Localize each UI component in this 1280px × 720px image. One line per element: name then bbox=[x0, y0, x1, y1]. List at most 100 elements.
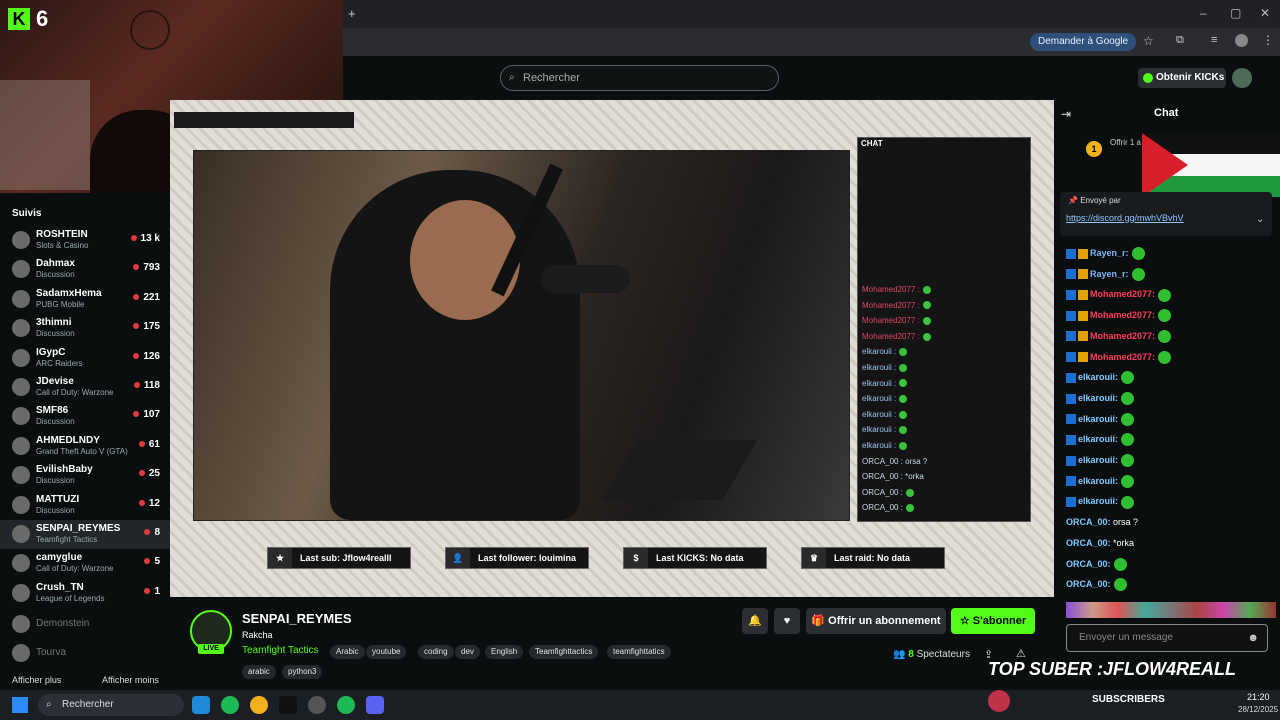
stream-chat-text: orsa ? bbox=[902, 456, 928, 466]
chat-username[interactable]: elkarouii: bbox=[1078, 455, 1118, 465]
chat-username[interactable]: ORCA_00: bbox=[1066, 538, 1111, 548]
chat-username[interactable]: Mohamed2077: bbox=[1090, 352, 1155, 362]
close-window-button[interactable]: ✕ bbox=[1260, 6, 1270, 20]
live-dot bbox=[133, 352, 140, 359]
stream-chat-line: elkarouii : bbox=[862, 425, 908, 434]
sidebar-channel-item[interactable]: EvilishBaby Discussion 25 bbox=[0, 461, 170, 490]
sidebar-channel-item[interactable]: Dahmax Discussion 793 bbox=[0, 255, 170, 284]
stream-category-link[interactable]: Teamfight Tactics bbox=[242, 645, 319, 656]
chat-username[interactable]: elkarouii: bbox=[1078, 372, 1118, 382]
discord-icon[interactable] bbox=[366, 696, 384, 714]
follow-heart-button[interactable]: ♥ bbox=[774, 608, 800, 634]
stream-tag[interactable]: English bbox=[485, 645, 524, 659]
streamer-name[interactable]: SENPAI_REYMES bbox=[242, 611, 352, 626]
chat-username[interactable]: ORCA_00: bbox=[1066, 579, 1111, 589]
stream-chat-user: elkarouii : bbox=[862, 394, 897, 404]
stream-tag[interactable]: youtube bbox=[366, 645, 407, 659]
sidebar-channel-item[interactable]: SMF86 Discussion 107 bbox=[0, 402, 170, 431]
channel-avatar bbox=[12, 231, 30, 249]
user-avatar[interactable] bbox=[1232, 68, 1252, 88]
gift-subscription-button[interactable]: 🎁 Offrir un abonnement bbox=[806, 608, 946, 634]
stream-chat-user: ORCA_00 : bbox=[862, 487, 903, 497]
emote-bar[interactable] bbox=[1066, 602, 1276, 618]
sidebar-offline-channel[interactable]: Tourva bbox=[0, 639, 170, 668]
ask-google-button[interactable]: Demander à Google bbox=[1030, 33, 1137, 51]
channel-avatar bbox=[12, 289, 30, 308]
sidebar-channel-item[interactable]: Crush_TN League of Legends 1 bbox=[0, 579, 170, 608]
sidebar-channel-item[interactable]: AHMEDLNDY Grand Theft Auto V (GTA) 61 bbox=[0, 432, 170, 461]
chat-message: Mohamed2077: bbox=[1066, 329, 1172, 343]
sidebar-channel-item[interactable]: camyglue Call of Duty: Warzone 5 bbox=[0, 549, 170, 578]
spotify-second-icon[interactable] bbox=[337, 696, 355, 714]
stream-tag[interactable]: arabic bbox=[242, 665, 276, 679]
channel-avatar bbox=[12, 436, 30, 455]
stream-tag[interactable]: coding bbox=[418, 645, 454, 659]
sidebar-channel-item[interactable]: MATTUZI Discussion 12 bbox=[0, 491, 170, 520]
address-bar[interactable] bbox=[343, 28, 1280, 56]
chat-message: ORCA_00: *orka bbox=[1066, 536, 1134, 550]
stream-tag[interactable]: teamfighttatics bbox=[607, 645, 671, 659]
chevron-down-icon[interactable]: ⌄ bbox=[1256, 214, 1264, 225]
new-tab-button[interactable]: + bbox=[348, 6, 356, 21]
chat-message-input[interactable]: Envoyer un message ☻ bbox=[1066, 624, 1268, 652]
spotify-icon[interactable] bbox=[221, 696, 239, 714]
show-less-link[interactable]: Afficher moins bbox=[102, 675, 159, 685]
get-kicks-button[interactable]: Obtenir KICKs bbox=[1138, 68, 1226, 88]
chat-emote-icon bbox=[1121, 433, 1135, 447]
sidebar-channel-item[interactable]: JDevise Call of Duty: Warzone 118 bbox=[0, 373, 170, 402]
chat-username[interactable]: elkarouii: bbox=[1078, 393, 1118, 403]
channel-category: Discussion bbox=[36, 329, 75, 339]
chat-username[interactable]: Mohamed2077: bbox=[1090, 331, 1155, 341]
stream-tag[interactable]: Arabic bbox=[330, 645, 365, 659]
search-input[interactable]: ⌕ Rechercher bbox=[500, 65, 779, 91]
emoji-picker-icon[interactable]: ☻ bbox=[1247, 625, 1259, 651]
sidebar-offline-channel[interactable]: Demonstein bbox=[0, 610, 170, 639]
subscribe-button[interactable]: ☆ S'abonner bbox=[951, 608, 1035, 634]
chat-username[interactable]: ORCA_00: bbox=[1066, 559, 1111, 569]
sidebar-channel-item[interactable]: SadamxHema PUBG Mobile 221 bbox=[0, 285, 170, 314]
chat-message: elkarouii: bbox=[1066, 412, 1135, 426]
channel-viewers: 5 bbox=[144, 556, 160, 567]
chat-emote-icon bbox=[1121, 392, 1135, 406]
sidebar-channel-item[interactable]: 3thimni Discussion 175 bbox=[0, 314, 170, 343]
bookmark-star-icon[interactable]: ☆ bbox=[1143, 34, 1154, 48]
chat-username[interactable]: elkarouii: bbox=[1078, 476, 1118, 486]
maximize-button[interactable]: ▢ bbox=[1230, 6, 1241, 20]
tiktok-icon[interactable] bbox=[279, 696, 297, 714]
chat-username[interactable]: elkarouii: bbox=[1078, 496, 1118, 506]
notification-bell-button[interactable]: 🔔 bbox=[742, 608, 768, 634]
chat-username[interactable]: elkarouii: bbox=[1078, 434, 1118, 444]
edge-icon[interactable] bbox=[192, 696, 210, 714]
chat-username[interactable]: Mohamed2077: bbox=[1090, 289, 1155, 299]
extensions-icon[interactable]: ⧉ bbox=[1176, 34, 1184, 47]
chrome-icon[interactable] bbox=[250, 696, 268, 714]
minimize-button[interactable]: – bbox=[1200, 6, 1207, 20]
sidebar-channel-item[interactable]: ROSHTEIN Slots & Casino 13 k bbox=[0, 226, 170, 255]
chat-username[interactable]: elkarouii: bbox=[1078, 414, 1118, 424]
channel-avatar bbox=[12, 495, 30, 514]
pinned-discord-link[interactable]: https://discord.gg/mwhVBvhV bbox=[1066, 213, 1184, 223]
chat-username[interactable]: ORCA_00: bbox=[1066, 517, 1111, 527]
taskbar-search[interactable]: ⌕ Rechercher bbox=[38, 694, 184, 716]
media-icon[interactable]: ≡ bbox=[1211, 34, 1217, 46]
browser-menu-icon[interactable]: ⋮ bbox=[1262, 33, 1274, 47]
sidebar-channel-item[interactable]: IGypC ARC Raiders 126 bbox=[0, 344, 170, 373]
profile-avatar[interactable] bbox=[1235, 34, 1248, 47]
stream-tag[interactable]: python3 bbox=[282, 665, 323, 679]
show-more-link[interactable]: Afficher plus bbox=[12, 675, 61, 685]
chat-username[interactable]: Rayen_r: bbox=[1090, 269, 1129, 279]
chat-title: Chat bbox=[1154, 107, 1179, 119]
stream-tag[interactable]: Teamfighttactics bbox=[529, 645, 599, 659]
windows-start-icon[interactable] bbox=[12, 697, 28, 713]
chat-username[interactable]: Rayen_r: bbox=[1090, 248, 1129, 258]
collapse-chat-icon[interactable]: ⇥ bbox=[1061, 107, 1071, 121]
channel-name: MATTUZI bbox=[36, 493, 80, 505]
app-icon[interactable] bbox=[308, 696, 326, 714]
channel-avatar bbox=[12, 378, 30, 396]
channel-viewers: 793 bbox=[133, 262, 160, 273]
channel-name: AHMEDLNDY bbox=[36, 434, 100, 446]
sidebar-channel-item[interactable]: SENPAI_REYMES Teamfight Tactics 8 bbox=[0, 520, 170, 549]
chat-username[interactable]: Mohamed2077: bbox=[1090, 310, 1155, 320]
channel-viewers: 13 k bbox=[130, 233, 160, 244]
stream-tag[interactable]: dev bbox=[455, 645, 480, 659]
